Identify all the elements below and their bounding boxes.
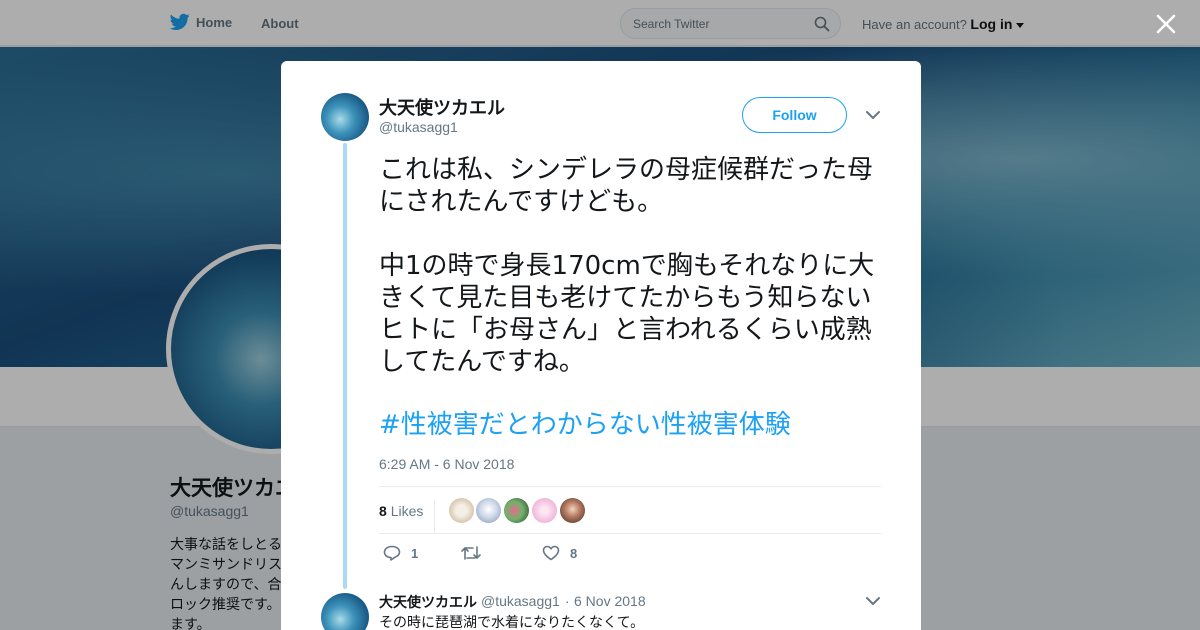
- reply-date[interactable]: 6 Nov 2018: [574, 593, 646, 609]
- tweet-modal: 大天使ツカエル @tukasagg1 Follow これは私、シンデレラの母症候…: [281, 61, 921, 630]
- reply-button[interactable]: 1: [383, 545, 418, 561]
- reply-separator: ·: [565, 593, 570, 609]
- heart-icon: [542, 545, 560, 561]
- likes-stat[interactable]: 8 Likes: [379, 503, 423, 519]
- liker-avatar[interactable]: [560, 498, 585, 523]
- reply-text: その時に琵琶湖で水着になりたくなくて。: [379, 615, 645, 630]
- hashtag-link[interactable]: #性被害だとわからない性被害体験: [379, 409, 791, 441]
- tweet-timestamp[interactable]: 6:29 AM - 6 Nov 2018: [379, 456, 514, 472]
- liker-avatar[interactable]: [449, 498, 474, 523]
- thread-line: [343, 143, 347, 589]
- chevron-down-icon[interactable]: [865, 596, 881, 606]
- liker-avatar[interactable]: [476, 498, 501, 523]
- follow-button[interactable]: Follow: [742, 97, 847, 133]
- tweet-text: これは私、シンデレラの母症候群だった母にされたんですけども。 中1の時で身長17…: [379, 155, 875, 377]
- close-icon[interactable]: [1155, 13, 1177, 35]
- chevron-down-icon[interactable]: [865, 110, 881, 120]
- likes-count: 8: [379, 503, 387, 519]
- avatar[interactable]: [321, 93, 369, 141]
- reply-icon: [383, 545, 401, 561]
- retweet-icon: [461, 546, 481, 560]
- reply-author-name[interactable]: 大天使ツカエル: [379, 592, 477, 612]
- tweet-actions: 1 8: [379, 545, 879, 565]
- avatar[interactable]: [321, 593, 369, 630]
- reply-author-handle[interactable]: @tukasagg1: [481, 593, 560, 609]
- liker-avatar[interactable]: [532, 498, 557, 523]
- reply-count: 1: [411, 545, 419, 561]
- like-button[interactable]: 8: [542, 545, 577, 561]
- retweet-button[interactable]: [461, 545, 491, 561]
- liker-avatar[interactable]: [504, 498, 529, 523]
- likes-label: Likes: [390, 503, 424, 519]
- author-handle[interactable]: @tukasagg1: [379, 119, 458, 135]
- tweet-stats: 8 Likes: [379, 486, 881, 534]
- stats-divider: [434, 499, 435, 533]
- author-name[interactable]: 大天使ツカエル: [379, 94, 505, 120]
- like-count: 8: [570, 545, 578, 561]
